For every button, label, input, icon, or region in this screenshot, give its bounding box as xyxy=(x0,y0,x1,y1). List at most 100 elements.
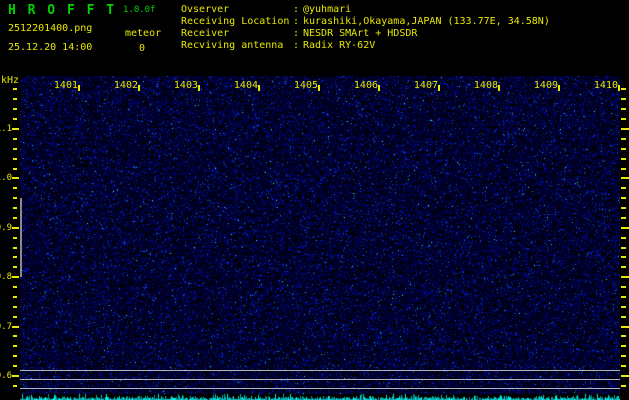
antenna-label: Recviving antenna xyxy=(181,40,284,51)
freq-minor-tick-left xyxy=(13,237,17,239)
freq-minor-tick-right xyxy=(621,207,626,209)
time-tick-label: 1404 xyxy=(233,80,258,91)
freq-major-tick-left xyxy=(12,227,19,229)
freq-tick-label: 0.9 xyxy=(0,223,12,233)
time-tick-label: 1401 xyxy=(53,80,78,91)
freq-minor-tick-right xyxy=(621,108,626,110)
freq-minor-tick-left xyxy=(13,355,17,357)
freq-minor-tick-right xyxy=(621,98,626,100)
time-minute-tick xyxy=(258,85,260,91)
freq-minor-tick-left xyxy=(13,98,17,100)
time-minute-tick xyxy=(438,85,440,91)
freq-minor-tick-left xyxy=(13,138,17,140)
freq-minor-tick-right xyxy=(621,148,626,150)
separator: : xyxy=(293,16,300,27)
freq-minor-tick-left xyxy=(13,335,17,337)
freq-major-tick-right xyxy=(621,128,629,130)
carrier-marker-line-middle xyxy=(20,379,620,380)
freq-tick-label: 0.7 xyxy=(0,322,12,332)
freq-minor-tick-right xyxy=(621,266,626,268)
freq-minor-tick-right xyxy=(621,247,626,249)
time-tick-label: 1409 xyxy=(533,80,558,91)
observer-label: Ovserver xyxy=(181,4,230,15)
freq-minor-tick-left xyxy=(13,247,17,249)
freq-minor-tick-left xyxy=(13,266,17,268)
freq-minor-tick-left xyxy=(13,197,17,199)
freq-minor-tick-left xyxy=(13,88,17,90)
freq-minor-tick-right xyxy=(621,237,626,239)
freq-minor-tick-left xyxy=(13,217,17,219)
header-row-receiver: Receiver : NESDR SMArt + HDSDR xyxy=(0,28,629,40)
level-scale-bar xyxy=(20,198,22,277)
time-minute-tick xyxy=(378,85,380,91)
freq-major-tick-right xyxy=(621,375,629,377)
hrofft-screen: H R O F F T 1.0.0f 2512201400.png 25.12.… xyxy=(0,0,629,400)
location-value: kurashiki,Okayama,JAPAN (133.77E, 34.58N… xyxy=(303,16,550,27)
freq-minor-tick-left xyxy=(13,365,17,367)
time-tick-label: 1407 xyxy=(413,80,438,91)
freq-minor-tick-left xyxy=(13,316,17,318)
freq-minor-tick-right xyxy=(621,296,626,298)
freq-minor-tick-right xyxy=(621,355,626,357)
separator: : xyxy=(293,40,300,51)
freq-minor-tick-right xyxy=(621,286,626,288)
freq-tick-label: 0.6 xyxy=(0,371,12,381)
time-minute-tick xyxy=(558,85,560,91)
time-minute-tick xyxy=(198,85,200,91)
freq-minor-tick-left xyxy=(13,168,17,170)
freq-minor-tick-left xyxy=(13,158,17,160)
freq-minor-tick-right xyxy=(621,316,626,318)
freq-minor-tick-right xyxy=(621,187,626,189)
antenna-value: Radix RY-62V xyxy=(303,40,376,51)
freq-minor-tick-left xyxy=(13,385,17,387)
freq-minor-tick-left xyxy=(13,296,17,298)
location-label: Receiving Location xyxy=(181,16,290,27)
time-minute-tick xyxy=(618,85,620,91)
time-tick-label: 1408 xyxy=(473,80,498,91)
receiver-label: Receiver xyxy=(181,28,230,39)
header-row-observer: Ovserver : @yuhmari xyxy=(0,4,629,16)
time-minute-tick xyxy=(318,85,320,91)
header-row-location: Receiving Location : kurashiki,Okayama,J… xyxy=(0,16,629,28)
spectrogram-noise-canvas xyxy=(20,76,620,400)
freq-major-tick-right xyxy=(621,276,629,278)
observer-value: @yuhmari xyxy=(303,4,352,15)
freq-major-tick-right xyxy=(621,227,629,229)
freq-minor-tick-right xyxy=(621,385,626,387)
freq-major-tick-right xyxy=(621,326,629,328)
freq-minor-tick-right xyxy=(621,365,626,367)
freq-minor-tick-right xyxy=(621,335,626,337)
freq-tick-label: 0.8 xyxy=(0,272,12,282)
separator: : xyxy=(293,28,300,39)
freq-major-tick-right xyxy=(621,177,629,179)
freq-minor-tick-left xyxy=(13,306,17,308)
time-minute-tick xyxy=(498,85,500,91)
freq-minor-tick-right xyxy=(621,158,626,160)
freq-minor-tick-left xyxy=(13,207,17,209)
freq-minor-tick-right xyxy=(621,88,626,90)
freq-major-tick-left xyxy=(12,375,19,377)
freq-minor-tick-left xyxy=(13,345,17,347)
freq-major-tick-left xyxy=(12,128,19,130)
freq-minor-tick-right xyxy=(621,168,626,170)
time-tick-label: 1402 xyxy=(113,80,138,91)
freq-minor-tick-left xyxy=(13,118,17,120)
header-row-antenna: Recviving antenna : Radix RY-62V xyxy=(0,40,629,52)
freq-major-tick-left xyxy=(12,177,19,179)
freq-minor-tick-right xyxy=(621,217,626,219)
freq-minor-tick-left xyxy=(13,187,17,189)
freq-minor-tick-right xyxy=(621,345,626,347)
freq-minor-tick-right xyxy=(621,138,626,140)
freq-minor-tick-right xyxy=(621,118,626,120)
freq-minor-tick-left xyxy=(13,108,17,110)
freq-minor-tick-left xyxy=(13,286,17,288)
carrier-marker-line-lower xyxy=(20,388,620,389)
freq-unit-label: kHz xyxy=(1,75,20,86)
freq-minor-tick-left xyxy=(13,256,17,258)
time-minute-tick xyxy=(138,85,140,91)
freq-major-tick-left xyxy=(12,326,19,328)
freq-major-tick-left xyxy=(12,276,19,278)
receiver-value: NESDR SMArt + HDSDR xyxy=(303,28,418,39)
time-tick-label: 1406 xyxy=(353,80,378,91)
time-tick-label: 1405 xyxy=(293,80,318,91)
